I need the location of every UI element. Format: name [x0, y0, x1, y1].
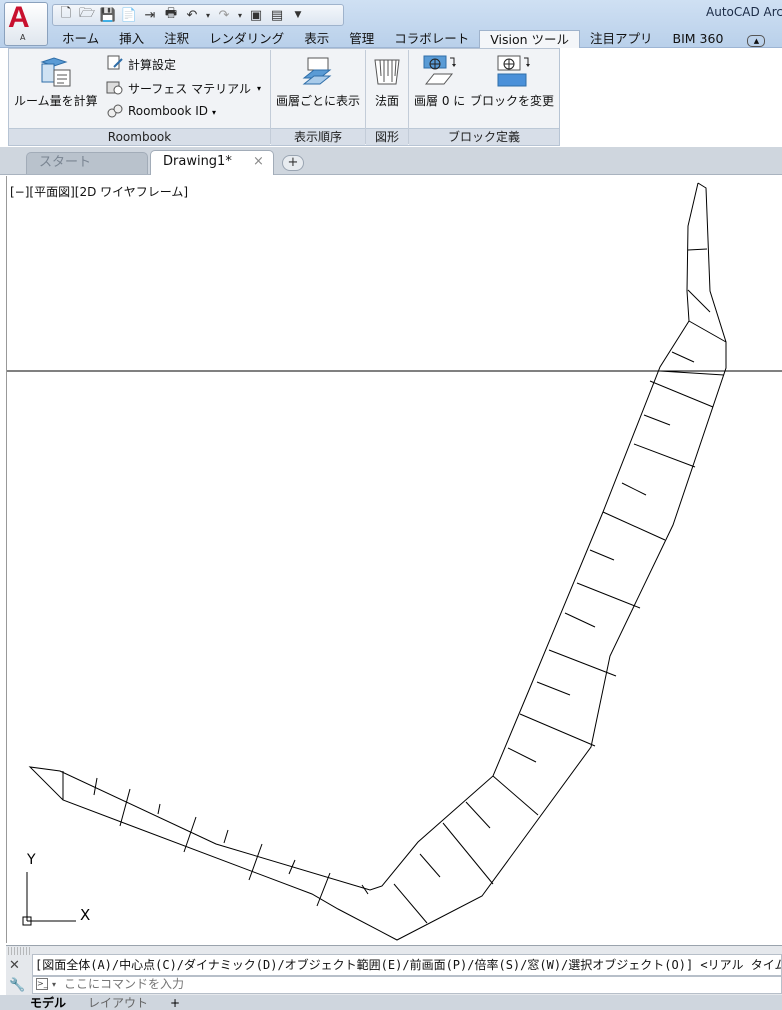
command-prompt-icon[interactable]: >_	[36, 978, 48, 990]
command-input[interactable]	[64, 976, 764, 992]
drawing-area-svg	[7, 182, 782, 941]
tab-layout[interactable]: レイアウト	[88, 996, 148, 1010]
slope-outline-left	[28, 182, 727, 941]
add-layout-button[interactable]: +	[170, 996, 180, 1010]
ucs-icon	[22, 872, 76, 926]
tab-model[interactable]: モデル	[30, 996, 66, 1010]
command-line-grip[interactable]	[8, 947, 32, 955]
ucs-y-label: Y	[27, 852, 36, 868]
close-command-line-icon[interactable]: ✕	[9, 958, 20, 973]
ucs-x-label: X	[80, 906, 91, 924]
command-dropdown-icon[interactable]: ▾	[52, 980, 56, 989]
slope-hatch-lines	[62, 248, 727, 924]
command-history: [図面全体(A)/中心点(C)/ダイナミック(D)/オブジェクト範囲(E)/前画…	[32, 954, 782, 976]
wrench-icon[interactable]: 🔧	[9, 978, 25, 993]
